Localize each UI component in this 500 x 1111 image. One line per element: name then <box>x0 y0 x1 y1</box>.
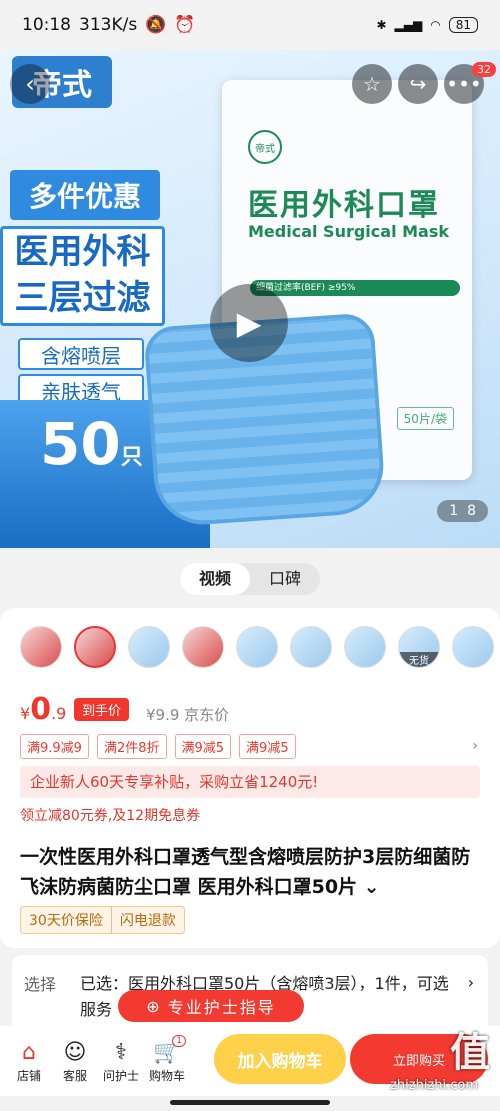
product-gallery[interactable]: 帝式 ‹ 多件优惠 医用外科 三层过滤 含熔喷层 亲肤透气 50只 帝式 医用外… <box>0 50 500 548</box>
battery-icon: 81 <box>448 17 478 33</box>
alarm-icon: ⏰ <box>174 15 196 35</box>
nurse-avatar-icon: ⚕ <box>115 1039 127 1065</box>
variant-thumb[interactable] <box>452 626 494 668</box>
variant-thumb[interactable] <box>344 626 386 668</box>
variant-thumb[interactable] <box>182 626 224 668</box>
variant-thumbnails: 无货 <box>20 626 494 668</box>
out-of-stock-label: 无货 <box>399 652 439 667</box>
package-logo: 帝式 <box>248 130 282 164</box>
variant-thumb[interactable] <box>20 626 62 668</box>
product-title[interactable]: 一次性医用外科口罩透气型含熔喷层防护3层防细菌防飞沫防病菌防尘口罩 医用外科口罩… <box>20 842 482 902</box>
play-video-button[interactable]: ▶ <box>210 284 288 362</box>
shop-icon: ⌂ <box>22 1039 36 1065</box>
share-icon[interactable]: ↪ <box>398 64 438 104</box>
variant-thumb-selected[interactable] <box>74 626 116 668</box>
select-label: 选择 <box>24 975 57 994</box>
feature-box: 医用外科 三层过滤 <box>0 226 165 326</box>
variant-thumb[interactable] <box>236 626 278 668</box>
price-tag: 到手价 <box>74 698 130 721</box>
package-bef: 细菌过滤率(BEF) ≥95% <box>250 280 460 296</box>
package-title-cn: 医用外科口罩 <box>248 188 440 223</box>
nurse-icon: ⊕ <box>146 996 162 1016</box>
variant-thumb[interactable] <box>128 626 170 668</box>
status-speed: 313K/s <box>79 15 138 35</box>
final-price: ¥0.9 <box>20 692 67 727</box>
promo-banner[interactable]: 企业新人60天专享补贴，采购立省1240元! <box>20 766 480 798</box>
media-tabs: 视频 口碑 <box>180 563 320 595</box>
feature-line-1: 医用外科 <box>14 232 151 272</box>
coupon-tag: 满9.9减9 <box>20 734 89 759</box>
chevron-right-icon: › <box>467 973 474 992</box>
coupon-tag: 满2件8折 <box>96 734 167 759</box>
favorite-star-icon[interactable]: ☆ <box>352 64 392 104</box>
variant-thumb-out[interactable]: 无货 <box>398 626 440 668</box>
mute-icon: 🔕 <box>145 15 167 35</box>
chat-icon: ☺ <box>63 1039 87 1065</box>
voucher-link[interactable]: 领立减80元券,及12期免息券 <box>20 805 200 825</box>
add-to-cart-button[interactable]: 加入购物车 <box>214 1034 346 1084</box>
jd-price: ¥9.9 京东价 <box>146 706 230 724</box>
cart-count-badge: 1 <box>172 1034 186 1047</box>
guarantee-tags[interactable]: 30天价保险 闪电退款 <box>20 906 185 934</box>
variant-thumb[interactable] <box>290 626 332 668</box>
coupon-tag: 满9减5 <box>174 734 232 759</box>
feature-pill-1: 含熔喷层 <box>18 338 144 370</box>
page-indicator: 1 8 <box>437 500 488 522</box>
coupon-tag: 满9减5 <box>239 734 296 759</box>
more-badge: 32 <box>472 62 496 77</box>
cart-button[interactable]: 🛒 1 购物车 <box>144 1034 190 1084</box>
chevron-right-icon[interactable]: › <box>472 738 478 754</box>
feature-line-2: 三层过滤 <box>14 278 151 318</box>
wifi-icon: ◠ <box>430 18 441 32</box>
service-button[interactable]: ☺ 客服 <box>52 1039 98 1084</box>
count-label: 50只 <box>40 410 143 478</box>
bluetooth-icon: ✱ <box>376 18 387 32</box>
ask-nurse-button[interactable]: ⚕ 问护士 <box>98 1039 144 1084</box>
signal-icon: ▂▄▆ <box>394 18 423 32</box>
nurse-guide-button[interactable]: ⊕ 专业护士指导 <box>118 990 304 1022</box>
back-button[interactable]: ‹ <box>10 64 50 104</box>
package-title-en: Medical Surgical Mask <box>248 222 450 241</box>
status-bar: 10:18 313K/s 🔕 ⏰ ✱ ▂▄▆ ◠ 81 <box>0 0 500 50</box>
watermark-logo: 值 <box>450 1030 490 1076</box>
product-info-card: 无货 ¥0.9 到手价 ¥9.9 京东价 满9.9减9 满2件8折 满9减5 满… <box>0 608 500 948</box>
coupon-list[interactable]: 满9.9减9 满2件8折 满9减5 满9减5 <box>20 734 296 759</box>
home-indicator <box>170 1100 330 1105</box>
guarantee-price: 30天价保险 <box>29 913 103 929</box>
watermark-url: zhizhizhi.com <box>390 1078 478 1093</box>
status-time: 10:18 <box>22 15 71 35</box>
tab-video[interactable]: 视频 <box>180 563 250 595</box>
tab-reviews[interactable]: 口碑 <box>250 563 320 595</box>
headline-banner: 多件优惠 <box>10 170 160 220</box>
guarantee-refund: 闪电退款 <box>110 907 184 933</box>
package-size: 50片/袋 <box>396 407 454 430</box>
shop-button[interactable]: ⌂ 店铺 <box>6 1039 52 1084</box>
